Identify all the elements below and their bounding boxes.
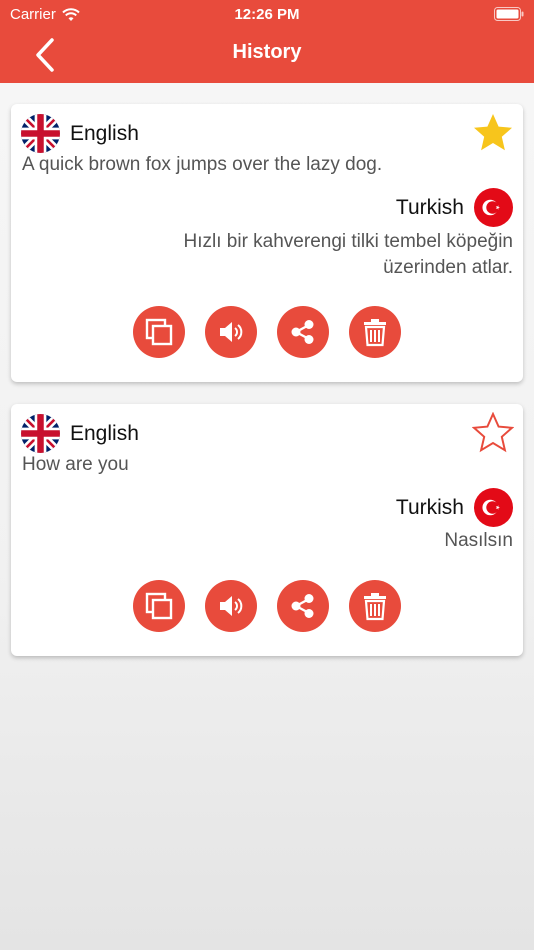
- speaker-icon: [220, 322, 243, 342]
- source-lang-row: English: [21, 414, 139, 453]
- nav-bar: History: [0, 28, 534, 83]
- share-icon: [291, 320, 314, 344]
- history-card: English A quick brown fox jumps over the…: [11, 104, 523, 382]
- action-bar: [133, 580, 401, 632]
- turkey-flag-icon: [474, 188, 513, 227]
- star-filled-icon[interactable]: [472, 112, 514, 154]
- trash-icon: [364, 593, 386, 621]
- copy-icon: [145, 592, 173, 620]
- delete-button[interactable]: [349, 306, 401, 358]
- speak-button[interactable]: [205, 580, 257, 632]
- target-lang-row: Turkish: [396, 488, 513, 527]
- copy-icon: [145, 318, 173, 346]
- target-lang-row: Turkish: [396, 188, 513, 227]
- translated-text: Hızlı bir kahverengi tilki tembel köpeği…: [183, 231, 514, 278]
- source-text: How are you: [22, 454, 129, 475]
- header: Carrier 12:26 PM History: [0, 0, 534, 83]
- page-title: History: [232, 41, 302, 63]
- source-lang-row: English: [21, 114, 139, 153]
- action-bar: [133, 306, 401, 358]
- turkey-flag-icon: [474, 488, 513, 527]
- speaker-icon: [220, 596, 243, 616]
- target-lang-label: Turkish: [395, 495, 464, 519]
- copy-button[interactable]: [133, 306, 185, 358]
- uk-flag-icon: [21, 414, 60, 453]
- delete-button[interactable]: [349, 580, 401, 632]
- speak-button[interactable]: [205, 306, 257, 358]
- trash-icon: [364, 319, 386, 347]
- star-outline-icon[interactable]: [472, 412, 514, 454]
- uk-flag-icon: [21, 114, 60, 153]
- source-lang-label: English: [70, 121, 139, 145]
- history-card: English How are you Turkish Nasılsın: [11, 404, 523, 656]
- share-button[interactable]: [277, 306, 329, 358]
- share-icon: [291, 594, 314, 618]
- source-text: A quick brown fox jumps over the lazy do…: [22, 154, 383, 175]
- status-bar: Carrier 12:26 PM: [0, 0, 534, 28]
- translated-text: Nasılsın: [444, 530, 513, 551]
- target-lang-label: Turkish: [395, 195, 464, 219]
- status-time: 12:26 PM: [234, 6, 300, 23]
- battery-icon: [494, 7, 524, 21]
- copy-button[interactable]: [133, 580, 185, 632]
- share-button[interactable]: [277, 580, 329, 632]
- source-lang-label: English: [70, 421, 139, 445]
